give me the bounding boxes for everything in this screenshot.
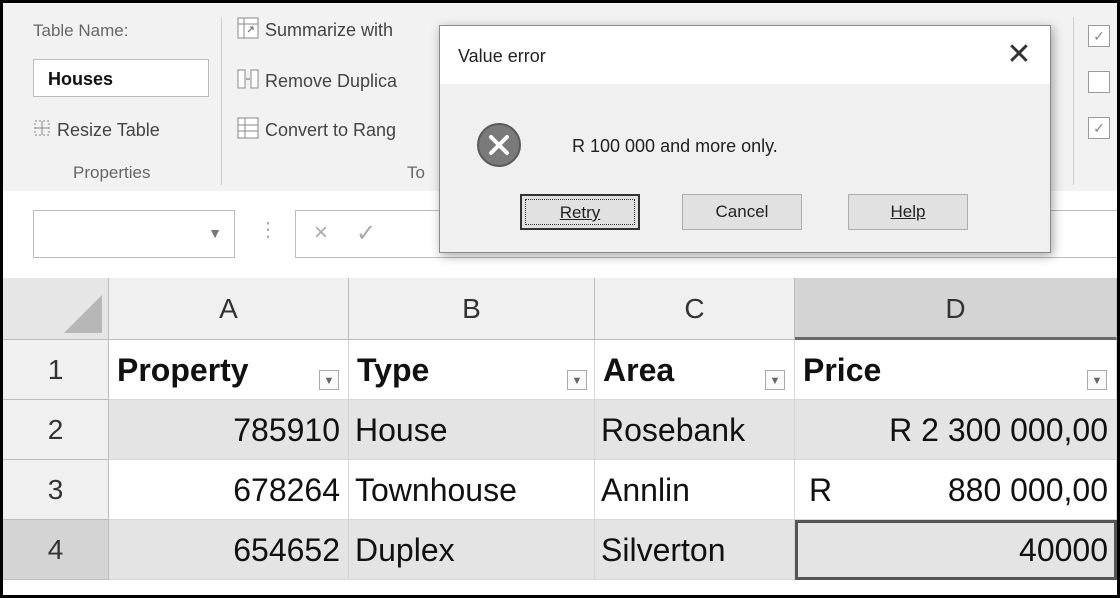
cell-b3[interactable]: Townhouse [349,460,595,520]
column-header-c[interactable]: C [595,278,795,340]
header-text: Property [117,352,249,388]
select-all-corner[interactable] [3,278,109,340]
table-name-input[interactable]: Houses [33,59,209,97]
table-header-price[interactable]: Price [795,340,1117,400]
remove-duplicates-icon [237,68,259,95]
cell-b2[interactable]: House [349,400,595,460]
table-header-type[interactable]: Type [349,340,595,400]
help-button[interactable]: Help [848,194,968,230]
header-text: Area [603,352,675,388]
column-header-d[interactable]: D [795,278,1117,340]
cell-d3[interactable]: R 880 000,00 [795,460,1117,520]
column-header-a[interactable]: A [109,278,349,340]
cell-c2[interactable]: Rosebank [595,400,795,460]
header-text: Price [803,352,882,388]
cell-d3-value: 880 000,00 [947,472,1108,508]
ribbon-checkbox-3[interactable]: ✓ [1088,117,1110,139]
row-header-3[interactable]: 3 [3,460,109,520]
currency-symbol: R [809,472,833,508]
cell-d2[interactable]: R 2 300 000,00 [795,400,1117,460]
header-text: Type [357,352,430,388]
cell-d4-active[interactable]: 40000 [795,520,1117,580]
ribbon-checkbox-1[interactable]: ✓ [1088,25,1110,47]
cell-c3[interactable]: Annlin [595,460,795,520]
cell-c4[interactable]: Silverton [595,520,795,580]
pivot-table-icon [237,17,259,44]
error-icon [476,122,522,168]
ribbon-separator [1073,17,1074,185]
row-header-4[interactable]: 4 [3,520,109,580]
row-header-1[interactable]: 1 [3,340,109,400]
select-all-icon [64,295,102,333]
column-header-b[interactable]: B [349,278,595,340]
convert-range-icon [237,117,259,144]
help-label: Help [890,202,926,221]
summarize-pivot-button[interactable]: Summarize with [237,17,393,44]
filter-dropdown-icon[interactable]: ▼ [1087,370,1107,390]
filter-dropdown-icon[interactable]: ▼ [319,370,339,390]
table-name-label: Table Name: [33,21,129,40]
cancel-button[interactable]: Cancel [682,194,802,230]
worksheet-grid: A B C D 1 2 3 4 Property ▼ Type ▼ Area ▼… [3,278,1117,595]
dialog-title: Value error [458,46,546,66]
resize-table-label: Resize Table [57,120,160,140]
summarize-label: Summarize with [265,20,394,40]
resize-table-icon [33,119,51,142]
ribbon-checkbox-2[interactable] [1088,71,1110,93]
dialog-message: R 100 000 and more only. [572,136,778,156]
remove-duplicates-button[interactable]: Remove Duplica [237,68,397,95]
dialog-footer: Retry Cancel Help [440,194,1050,252]
properties-group-label: Properties [73,163,151,182]
cell-a2[interactable]: 785910 [109,400,349,460]
dialog-title-bar[interactable]: Value error ✕ [440,26,1050,84]
excel-window: Table Name: Houses Resize Table Properti… [0,0,1120,598]
convert-to-range-button[interactable]: Convert to Rang [237,117,396,144]
cell-b4[interactable]: Duplex [349,520,595,580]
resize-table-button[interactable]: Resize Table [33,119,160,142]
cell-a4[interactable]: 654652 [109,520,349,580]
enter-icon[interactable]: ✓ [356,219,376,248]
row-header-2[interactable]: 2 [3,400,109,460]
chevron-down-icon[interactable]: ▼ [208,225,222,241]
filter-dropdown-icon[interactable]: ▼ [765,370,785,390]
ribbon-separator [221,17,222,185]
close-icon[interactable]: ✕ [1002,38,1036,72]
convert-to-range-label: Convert to Rang [265,120,397,140]
value-error-dialog: Value error ✕ R 100 000 and more only. R… [439,25,1051,253]
remove-duplicates-label: Remove Duplica [265,71,398,91]
filter-dropdown-icon[interactable]: ▼ [567,370,587,390]
formula-bar-dots: ⋮ [258,219,278,241]
cancel-icon[interactable]: × [314,219,328,247]
retry-button[interactable]: Retry [520,194,640,230]
name-box[interactable]: ▼ [33,210,235,258]
table-header-property[interactable]: Property [109,340,349,400]
retry-label: Retry [559,203,601,222]
dialog-body: R 100 000 and more only. [440,84,1050,194]
cell-a3[interactable]: 678264 [109,460,349,520]
tools-group-label: To [407,163,425,182]
